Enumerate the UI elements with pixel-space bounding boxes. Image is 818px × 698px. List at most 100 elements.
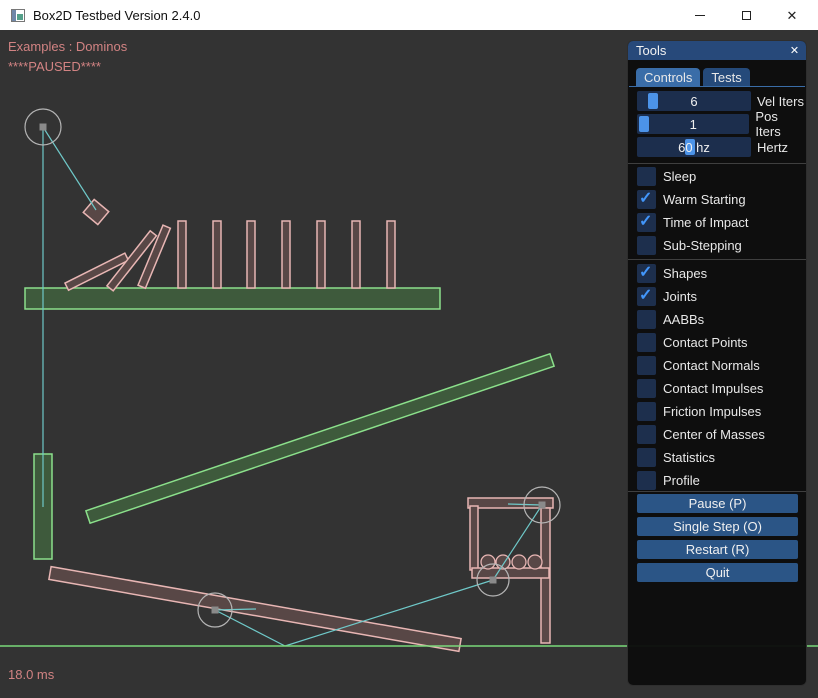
- domino-standing: [282, 221, 290, 288]
- slider-label: Hertz: [757, 140, 788, 155]
- paused-label: ****PAUSED****: [8, 59, 101, 74]
- frame-left-leg: [470, 506, 478, 570]
- tab-underline: [629, 86, 805, 87]
- action-buttons: Pause (P) Single Step (O) Restart (R) Qu…: [637, 494, 798, 582]
- panel-close-button[interactable]: ✕: [787, 43, 802, 58]
- checkbox-label: Friction Impulses: [663, 404, 761, 419]
- checkbox-statistics[interactable]: Statistics: [637, 448, 806, 467]
- tab-tests[interactable]: Tests: [703, 68, 749, 86]
- slider-row: 1 Pos Iters: [628, 114, 806, 134]
- checkbox-aabbs[interactable]: AABBs: [637, 310, 806, 329]
- checkbox-box: [637, 448, 656, 467]
- checkbox-box: [637, 310, 656, 329]
- tools-panel-titlebar[interactable]: Tools ✕: [628, 41, 806, 60]
- pause-button[interactable]: Pause (P): [637, 494, 798, 513]
- tab-controls[interactable]: Controls: [636, 68, 700, 86]
- joint-anchor: [212, 607, 219, 614]
- tab-bar: Controls Tests: [636, 68, 750, 86]
- close-icon: ✕: [787, 9, 798, 22]
- vel-iters-slider[interactable]: 6: [637, 91, 751, 111]
- ball: [512, 555, 526, 569]
- close-button[interactable]: ✕: [769, 0, 815, 30]
- tools-panel-title: Tools: [636, 43, 666, 58]
- hertz-slider[interactable]: 60 hz: [637, 137, 751, 157]
- joint-line: [43, 127, 96, 210]
- checkbox-label: Contact Normals: [663, 358, 760, 373]
- domino-standing: [247, 221, 255, 288]
- window-title: Box2D Testbed Version 2.4.0: [33, 8, 200, 23]
- frame-time-label: 18.0 ms: [8, 667, 54, 682]
- checkbox-label: Joints: [663, 289, 697, 304]
- checkbox-list: Sleep ✓ Warm Starting ✓ Time of Impact Sub-St…: [637, 167, 806, 490]
- checkbox-box: [637, 356, 656, 375]
- checkbox-box: [637, 402, 656, 421]
- domino-standing: [387, 221, 395, 288]
- frame-shelf: [472, 568, 549, 578]
- checkbox-sub-stepping[interactable]: Sub-Stepping: [637, 236, 806, 255]
- minimize-button[interactable]: [677, 0, 723, 30]
- maximize-icon: [742, 11, 751, 20]
- checkbox-label: Sleep: [663, 169, 696, 184]
- checkbox-profile[interactable]: Profile: [637, 471, 806, 490]
- check-icon: ✓: [639, 188, 652, 208]
- slider-value: 6: [637, 91, 751, 111]
- slider-label: Pos Iters: [755, 109, 806, 139]
- check-icon: ✓: [639, 262, 652, 282]
- tools-panel: Tools ✕ Controls Tests 6 Vel Iters: [627, 40, 807, 686]
- checkbox-shapes[interactable]: ✓Shapes: [637, 264, 806, 283]
- iteration-sliders: 6 Vel Iters 1 Pos Iters 60 hz: [628, 91, 806, 157]
- checkbox-box: [637, 425, 656, 444]
- maximize-button[interactable]: [723, 0, 769, 30]
- domino-standing: [352, 221, 360, 288]
- app-icon-bar: [12, 10, 16, 21]
- check-icon: ✓: [639, 211, 652, 231]
- domino-standing: [317, 221, 325, 288]
- checkbox-time-of-impact[interactable]: ✓ Time of Impact: [637, 213, 806, 232]
- ball: [528, 555, 542, 569]
- checkbox-contact-normals[interactable]: Contact Normals: [637, 356, 806, 375]
- pos-iters-slider[interactable]: 1: [637, 114, 749, 134]
- checkbox-box: [637, 167, 656, 186]
- single-step-button[interactable]: Single Step (O): [637, 517, 798, 536]
- simulation-canvas[interactable]: Examples : Dominos ****PAUSED**** 18.0 m…: [0, 30, 818, 698]
- app-icon-block: [17, 14, 23, 20]
- separator: [628, 259, 806, 260]
- checkbox-label: Sub-Stepping: [663, 238, 742, 253]
- joint-anchor: [539, 502, 546, 509]
- domino-standing: [213, 221, 221, 288]
- window-controls: ✕: [677, 0, 815, 30]
- checkbox-label: Time of Impact: [663, 215, 748, 230]
- domino-standing: [178, 221, 186, 288]
- joint-anchor: [40, 124, 47, 131]
- joint-anchor: [490, 577, 497, 584]
- checkbox-label: Contact Points: [663, 335, 748, 350]
- checkbox-contact-impulses[interactable]: Contact Impulses: [637, 379, 806, 398]
- checkbox-box: ✓: [637, 287, 656, 306]
- checkbox-label: AABBs: [663, 312, 704, 327]
- checkbox-label: Profile: [663, 473, 700, 488]
- checkbox-friction-impulses[interactable]: Friction Impulses: [637, 402, 806, 421]
- checkbox-box: [637, 333, 656, 352]
- checkbox-label: Statistics: [663, 450, 715, 465]
- checkbox-center-of-masses[interactable]: Center of Masses: [637, 425, 806, 444]
- checkbox-contact-points[interactable]: Contact Points: [637, 333, 806, 352]
- checkbox-sleep[interactable]: Sleep: [637, 167, 806, 186]
- checkbox-box: [637, 379, 656, 398]
- window-titlebar[interactable]: Box2D Testbed Version 2.4.0 ✕: [0, 0, 818, 30]
- checkbox-box: [637, 236, 656, 255]
- check-icon: ✓: [639, 285, 652, 305]
- slider-value: 60 hz: [637, 137, 751, 157]
- checkbox-box: ✓: [637, 213, 656, 232]
- box2d-testbed-window: Box2D Testbed Version 2.4.0 ✕ Examples :…: [0, 0, 818, 698]
- slider-row: 60 hz Hertz: [628, 137, 806, 157]
- checkbox-label: Warm Starting: [663, 192, 746, 207]
- checkbox-box: ✓: [637, 190, 656, 209]
- restart-button[interactable]: Restart (R): [637, 540, 798, 559]
- checkbox-joints[interactable]: ✓ Joints: [637, 287, 806, 306]
- checkbox-label: Center of Masses: [663, 427, 765, 442]
- slider-label: Vel Iters: [757, 94, 804, 109]
- example-label: Examples : Dominos: [8, 39, 127, 54]
- quit-button[interactable]: Quit: [637, 563, 798, 582]
- checkbox-warm-starting[interactable]: ✓ Warm Starting: [637, 190, 806, 209]
- checkbox-label: Contact Impulses: [663, 381, 763, 396]
